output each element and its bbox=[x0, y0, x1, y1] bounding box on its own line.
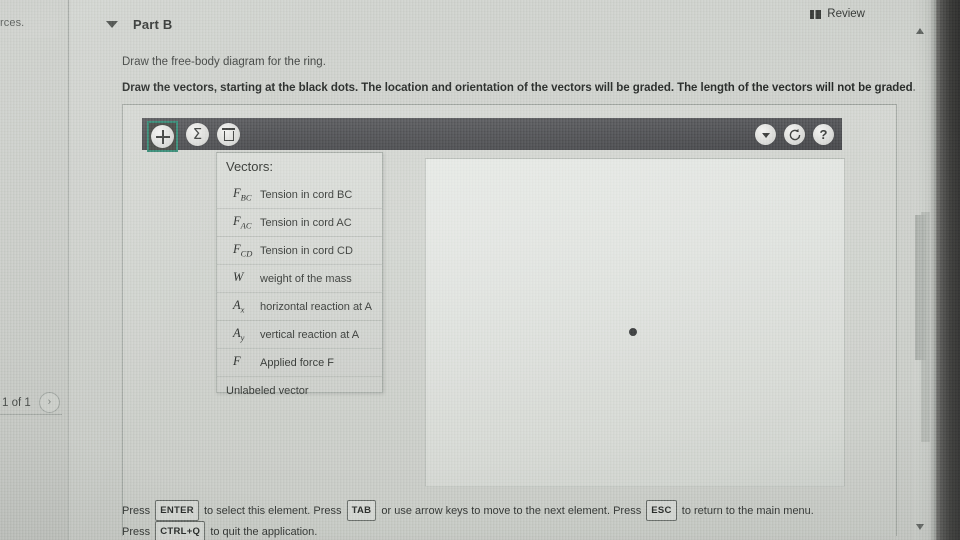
vector-symbol: F bbox=[233, 354, 241, 369]
vector-symbol: FCD bbox=[233, 242, 253, 259]
list-item[interactable]: W weight of the mass bbox=[217, 265, 382, 293]
vectors-palette-title: Vectors: bbox=[226, 159, 273, 174]
pager: 1 of 1 › bbox=[2, 392, 60, 413]
vector-symbol: FAC bbox=[233, 214, 252, 231]
question-mark-icon: ? bbox=[819, 127, 828, 142]
drawing-canvas[interactable]: y x bbox=[425, 158, 845, 487]
hint-seg-3: or use arrow keys to move to the next el… bbox=[381, 505, 642, 517]
key-tab: TAB bbox=[346, 500, 377, 521]
key-esc: ESC bbox=[646, 500, 677, 521]
undo-circular-arrow-icon bbox=[788, 128, 802, 142]
collapse-button[interactable] bbox=[755, 124, 776, 145]
triangle-down-icon[interactable] bbox=[916, 524, 924, 530]
hint-seg-5: to quit the application. bbox=[210, 526, 318, 538]
hint-seg-1: Press bbox=[122, 505, 151, 517]
monitor-bezel bbox=[936, 0, 960, 540]
vector-description: Tension in cord AC bbox=[260, 216, 352, 229]
vector-symbol: W bbox=[233, 270, 244, 285]
review-label: Review bbox=[827, 8, 865, 20]
drawing-toolbar: Σ ? bbox=[142, 118, 842, 152]
bezel-inner-edge bbox=[929, 0, 936, 540]
main-content: Part B Review Draw the free-body diagram… bbox=[70, 0, 925, 540]
pager-divider bbox=[0, 414, 62, 415]
vector-symbol: Ax bbox=[233, 298, 245, 315]
vector-origin-dot[interactable] bbox=[629, 328, 637, 336]
trash-icon bbox=[222, 128, 235, 141]
list-item[interactable]: F Applied force F bbox=[217, 349, 382, 377]
scrollbar-thumb[interactable] bbox=[915, 215, 926, 360]
sigma-icon: Σ bbox=[192, 125, 203, 143]
instruction-line-1: Draw the free-body diagram for the ring. bbox=[122, 56, 326, 68]
review-link[interactable]: Review bbox=[810, 8, 865, 20]
list-item[interactable]: FCD Tension in cord CD bbox=[217, 237, 382, 265]
page-title: Part B bbox=[133, 17, 173, 32]
vertical-scrollbar[interactable] bbox=[913, 0, 930, 540]
triangle-up-icon[interactable] bbox=[916, 28, 924, 34]
add-vector-button[interactable] bbox=[147, 121, 178, 152]
vectors-list: FBC Tension in cord BC FAC Tension in co… bbox=[217, 181, 382, 405]
review-book-icon bbox=[810, 9, 822, 19]
key-enter: ENTER bbox=[155, 500, 199, 521]
undo-button[interactable] bbox=[784, 124, 805, 145]
list-item[interactable]: FAC Tension in cord AC bbox=[217, 209, 382, 237]
vector-description: Tension in cord CD bbox=[260, 244, 353, 257]
vector-description: Tension in cord BC bbox=[260, 188, 353, 201]
instruction-line-2: Draw the vectors, starting at the black … bbox=[122, 82, 916, 94]
part-header[interactable]: Part B bbox=[106, 17, 173, 32]
plus-icon-wrap bbox=[151, 125, 174, 148]
left-sidebar: rces. 1 of 1 › bbox=[0, 0, 68, 540]
vector-symbol: FBC bbox=[233, 186, 252, 203]
resultant-button[interactable]: Σ bbox=[186, 123, 209, 146]
plus-icon bbox=[155, 129, 170, 144]
help-button[interactable]: ? bbox=[813, 124, 834, 145]
vector-description: weight of the mass bbox=[260, 272, 352, 285]
vector-symbol: Ay bbox=[233, 326, 245, 343]
list-item[interactable]: Ay vertical reaction at A bbox=[217, 321, 382, 349]
delete-button[interactable] bbox=[217, 123, 240, 146]
vectors-palette: Vectors: FBC Tension in cord BC FAC Tens… bbox=[216, 152, 383, 397]
breadcrumb: rces. bbox=[0, 17, 25, 29]
pager-label: 1 of 1 bbox=[2, 396, 31, 409]
list-item[interactable]: Unlabeled vector bbox=[217, 377, 382, 405]
chevron-down-icon bbox=[761, 133, 770, 138]
vector-description: Unlabeled vector bbox=[226, 385, 309, 397]
toolbar-right-group: ? bbox=[755, 124, 834, 145]
key-ctrl-q: CTRL+Q bbox=[155, 521, 206, 540]
vector-description: horizontal reaction at A bbox=[260, 300, 372, 313]
toolbar-left-group: Σ bbox=[147, 121, 240, 152]
vector-description: vertical reaction at A bbox=[260, 328, 360, 341]
list-item[interactable]: Ax horizontal reaction at A bbox=[217, 293, 382, 321]
caret-down-icon[interactable] bbox=[106, 21, 118, 28]
vector-description: Applied force F bbox=[260, 356, 334, 369]
keyboard-hint: Press ENTER to select this element. Pres… bbox=[122, 500, 842, 540]
screen-photo: rces. 1 of 1 › Part B Review Draw the fr… bbox=[0, 0, 960, 540]
list-item[interactable]: FBC Tension in cord BC bbox=[217, 181, 382, 209]
chevron-right-icon[interactable]: › bbox=[38, 392, 60, 413]
hint-seg-2: to select this element. Press bbox=[203, 505, 342, 517]
